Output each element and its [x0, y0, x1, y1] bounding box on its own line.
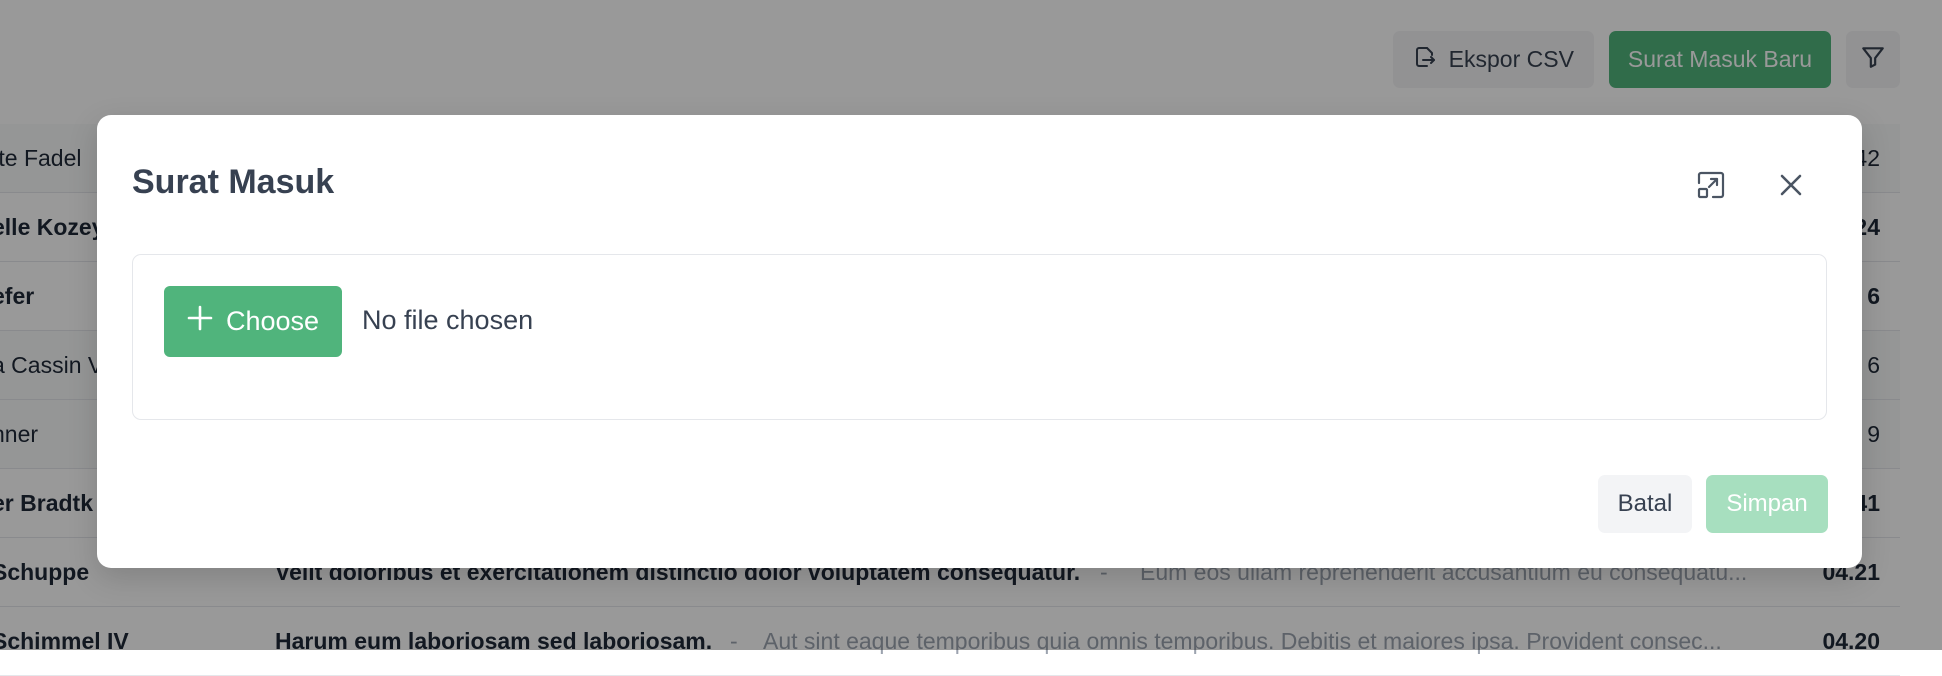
- choose-file-button[interactable]: Choose: [164, 286, 343, 357]
- plus-icon: [186, 304, 214, 339]
- dialog-title: Surat Masuk: [132, 163, 335, 201]
- maximize-button[interactable]: [1691, 167, 1731, 207]
- save-button[interactable]: Simpan: [1706, 475, 1828, 533]
- upload-dialog: Surat Masuk Choose No file chosen Batal …: [97, 115, 1862, 568]
- expand-icon: [1695, 169, 1727, 206]
- file-dropzone[interactable]: Choose No file chosen: [132, 254, 1827, 420]
- choose-label: Choose: [226, 306, 320, 336]
- cancel-button[interactable]: Batal: [1598, 475, 1692, 533]
- file-status-text: No file chosen: [362, 305, 534, 335]
- close-icon: [1777, 171, 1805, 204]
- close-button[interactable]: [1771, 167, 1811, 207]
